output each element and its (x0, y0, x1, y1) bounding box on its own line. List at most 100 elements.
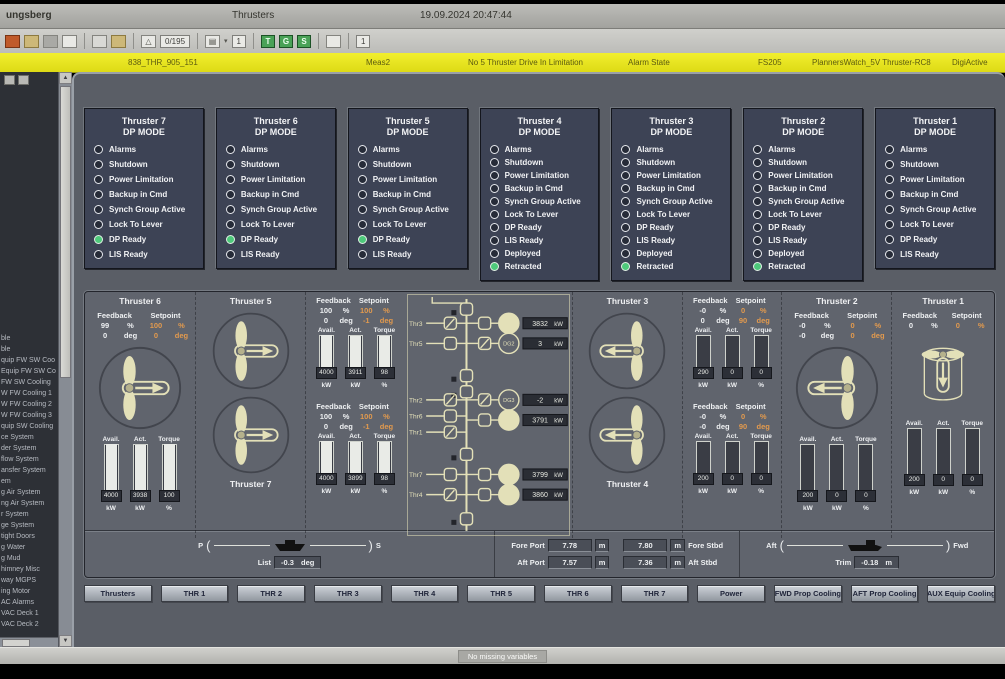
system-button[interactable]: S (297, 35, 311, 48)
sidebar-item[interactable]: r System (0, 509, 58, 520)
status-bar: No missing variables (0, 647, 1005, 664)
sidebar-item[interactable]: AC Alarms (0, 597, 58, 608)
nav-button-thr-5[interactable]: THR 5 (467, 585, 535, 602)
folder-icon[interactable] (24, 35, 39, 48)
page-number-box[interactable]: 1 (232, 35, 246, 48)
kw-unit: kW (901, 488, 927, 497)
scale-bracket: ( (206, 541, 210, 551)
vertical-scrollbar[interactable]: ▲ ▼ (58, 72, 72, 647)
dp-status-item: Synch Group Active (749, 196, 857, 207)
dp-mode-panel[interactable]: Thruster 3DP MODEAlarmsShutdownPower Lim… (611, 108, 731, 281)
group-button[interactable]: G (279, 35, 293, 48)
sidebar-item[interactable]: quip SW Cooling (0, 421, 58, 432)
sidebar-item[interactable]: ce System (0, 432, 58, 443)
sidebar-item[interactable]: Equip FW SW Co (0, 366, 58, 377)
dp-mode-panel[interactable]: Thruster 7DP MODEAlarmsShutdownPower Lim… (84, 108, 204, 269)
horizontal-scrollbar[interactable] (0, 637, 58, 647)
sidebar-item[interactable]: W FW Cooling 2 (0, 399, 58, 410)
dp-status-label: Power Limitation (636, 170, 700, 181)
dp-mode-panel[interactable]: Thruster 2DP MODEAlarmsShutdownPower Lim… (743, 108, 863, 281)
sidebar-pin-button[interactable] (4, 75, 15, 85)
sidebar-item[interactable]: ble (0, 333, 58, 344)
sidebar-item[interactable]: FW SW Cooling (0, 377, 58, 388)
feedback-unit: deg (339, 316, 354, 326)
sidebar-item[interactable]: tight Doors (0, 531, 58, 542)
scrollbar-thumb[interactable] (60, 86, 71, 378)
sidebar-item[interactable]: ing Motor (0, 586, 58, 597)
scroll-down-icon[interactable]: ▼ (59, 635, 72, 647)
archive-icon[interactable] (43, 35, 58, 48)
dp-mode-panel[interactable]: Thruster 1DP MODEAlarmsShutdownPower Lim… (875, 108, 995, 269)
scrollbar-thumb[interactable] (2, 639, 30, 647)
sidebar-item[interactable]: ng Air System (0, 498, 58, 509)
dp-status-label: Alarms (900, 144, 927, 155)
sidebar-item[interactable]: ansfer System (0, 465, 58, 476)
feeder-breaker-icon[interactable] (444, 468, 456, 480)
sidebar-item[interactable]: W FW Cooling 3 (0, 410, 58, 421)
nav-button-power[interactable]: Power (697, 585, 765, 602)
nav-button-aft-prop-cooling[interactable]: AFT Prop Cooling (851, 585, 919, 602)
dp-mode-panel[interactable]: Thruster 6DP MODEAlarmsShutdownPower Lim… (216, 108, 336, 269)
generator-breaker-icon[interactable] (478, 317, 490, 329)
sidebar-item[interactable]: himney Misc (0, 564, 58, 575)
display-icon[interactable] (62, 35, 77, 48)
kw-unit: kW (719, 487, 745, 496)
trend-button[interactable]: T (261, 35, 275, 48)
sidebar-close-button[interactable] (18, 75, 29, 85)
sidebar-item[interactable]: ble (0, 344, 58, 355)
nav-button-thr-4[interactable]: THR 4 (391, 585, 459, 602)
feeder-breaker-icon[interactable] (444, 410, 456, 422)
gauge-block: Avail.Act.Torque20000kWkW% (690, 432, 774, 496)
feeder-breaker-icon[interactable] (444, 337, 456, 349)
aft-port-label: Aft Port (517, 558, 545, 567)
sidebar-item[interactable]: VAC Deck 1 (0, 608, 58, 619)
page-list-icon[interactable]: ▤ (205, 35, 220, 48)
dp-status-label: Deployed (768, 248, 804, 259)
feedback-setpoint-block: FeedbackSetpoint100%100%0deg-1deg (313, 402, 394, 432)
sidebar-item[interactable]: W FW Cooling 1 (0, 388, 58, 399)
sidebar-item[interactable]: way MGPS (0, 575, 58, 586)
chevron-down-icon[interactable]: ▾ (224, 37, 228, 45)
sidebar-item[interactable]: der System (0, 443, 58, 454)
sidebar-item[interactable]: g Air System (0, 487, 58, 498)
dp-mode-panel[interactable]: Thruster 5DP MODEAlarmsShutdownPower Lim… (348, 108, 468, 269)
avail-label: Avail. (901, 419, 927, 428)
bus-tie-breaker-icon[interactable] (460, 448, 472, 460)
sidebar-item[interactable]: flow System (0, 454, 58, 465)
generator-breaker-icon[interactable] (478, 489, 490, 501)
export-icon[interactable] (111, 35, 126, 48)
blank-view-button[interactable] (326, 35, 341, 48)
dp-status-label: LIS Ready (109, 249, 148, 260)
generator-breaker-icon[interactable] (478, 414, 490, 426)
sidebar-item[interactable]: g Water (0, 542, 58, 553)
nav-button-thr-6[interactable]: THR 6 (544, 585, 612, 602)
generator-breaker-icon[interactable] (478, 468, 490, 480)
feedback-label: Feedback (896, 311, 943, 321)
nav-button-thr-7[interactable]: THR 7 (621, 585, 689, 602)
nav-button-aux-equip-cooling[interactable]: AUX Equip Cooling (927, 585, 995, 602)
nav-button-thrusters[interactable]: Thrusters (84, 585, 152, 602)
feedback-setpoint-block: FeedbackSetpoint-0%0%0deg90deg (690, 296, 771, 326)
bus-tie-breaker-icon[interactable] (460, 370, 472, 382)
nav-button-thr-3[interactable]: THR 3 (314, 585, 382, 602)
dp-mode-panel[interactable]: Thruster 4DP MODEAlarmsShutdownPower Lim… (480, 108, 600, 281)
bus-tie-breaker-icon[interactable] (460, 513, 472, 525)
window-select-box[interactable]: 1 (356, 35, 370, 48)
sidebar-item[interactable]: g Mud (0, 553, 58, 564)
nav-button-fwd-prop-cooling[interactable]: FWD Prop Cooling (774, 585, 842, 602)
sidebar-item[interactable]: em (0, 476, 58, 487)
bus-tie-breaker-icon[interactable] (460, 386, 472, 398)
gauge-value: 4000 (316, 367, 337, 379)
scroll-up-icon[interactable]: ▲ (59, 72, 72, 84)
alarm-bell-icon[interactable]: △ (141, 35, 156, 48)
sidebar-item[interactable]: quip FW SW Coo (0, 355, 58, 366)
sidebar-item[interactable]: ge System (0, 520, 58, 531)
dp-status-item: Shutdown (881, 159, 989, 170)
nav-button-thr-2[interactable]: THR 2 (237, 585, 305, 602)
bus-tie-breaker-icon[interactable] (460, 303, 472, 315)
alarm-line[interactable]: 838_THR_905_151 Meas2 No 5 Thruster Driv… (0, 53, 1005, 73)
nav-button-thr-1[interactable]: THR 1 (161, 585, 229, 602)
print-icon[interactable] (92, 35, 107, 48)
alarm-ack-icon[interactable] (5, 35, 20, 48)
sidebar-item[interactable]: VAC Deck 2 (0, 619, 58, 630)
